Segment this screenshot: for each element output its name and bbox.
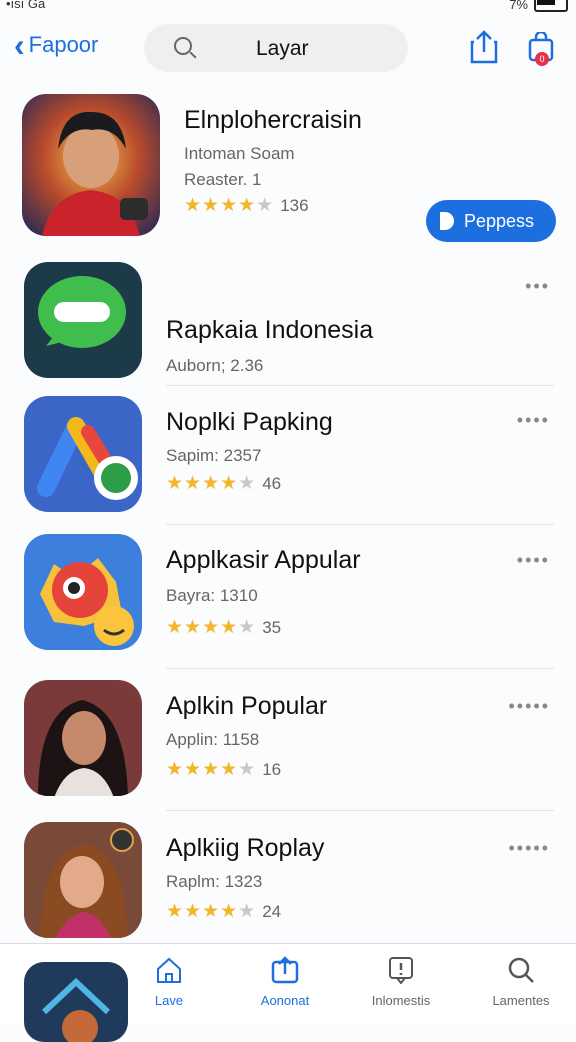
featured-app-rating: ★★★★★ 136 [184,194,309,217]
tab-notifications-label: Inlomestis [371,993,431,1008]
app-title: Rapkaia Indonesia [166,316,374,344]
status-right: 7% [509,0,568,12]
alert-icon [389,957,413,985]
tab-search[interactable]: Lamentes [476,956,566,1008]
app-subtitle: Applin: 1158 [166,730,260,749]
app-subtitle: Sapim: 2357 [166,446,262,465]
rating-count: 35 [262,617,282,637]
featured-app-title: Elnplohercraisin [184,106,362,134]
more-options-button[interactable]: ••••• [508,696,550,717]
battery-icon [534,0,568,12]
signal-text: •ısı Ga [6,0,46,11]
status-bar: •ısı Ga 7% [0,0,576,14]
app-rating: ★★★★★ 24 [166,900,281,923]
more-options-button[interactable]: ••••• [508,838,550,859]
divider [166,524,554,525]
list-item[interactable]: ••• Rapkaia Indonesia Auborn; 2.36 [0,262,576,386]
list-item[interactable]: •••• Noplki Papking Sapim: 2357 ★★★★★ 46 [0,396,576,522]
rating-count: 46 [262,473,282,493]
play-icon [440,212,454,230]
nav-bar: ‹ Fapoor Layar 0 [0,22,576,76]
divider [166,668,554,669]
rating-count: 136 [280,195,309,215]
app-title: Noplki Papking [166,408,333,436]
battery-percent: 7% [509,0,528,12]
bag-badge: 0 [535,52,549,66]
list-item[interactable]: ••••• Aplkin Popular Applin: 1158 ★★★★★ … [0,680,576,806]
get-button[interactable]: Peppess [426,200,556,242]
more-options-button[interactable]: ••• [525,276,550,297]
app-icon-girl [24,822,142,938]
search-icon [174,37,192,55]
star-rating-icon: ★★★★★ [184,195,275,216]
share-icon[interactable] [470,30,498,64]
search-field[interactable]: Layar [144,24,408,72]
app-title: Aplkiig Roplay [166,834,325,862]
tab-bar: Lave Aononat Inlomestis Lamentes [0,943,576,1042]
star-rating-icon: ★★★★★ [166,473,257,494]
tab-updates[interactable]: Aononat [240,956,330,1008]
app-icon-mascot [24,534,142,650]
tab-search-label: Lamentes [492,993,550,1008]
tab-home[interactable]: Lave [124,956,214,1008]
tab-home-label: Lave [154,993,184,1008]
share-icon [271,956,299,984]
home-icon [157,957,181,983]
star-rating-icon: ★★★★★ [166,901,257,922]
divider [166,810,554,811]
more-options-button[interactable]: •••• [517,410,550,431]
app-subtitle: Raplm: 1323 [166,872,263,891]
divider [166,385,554,386]
chevron-left-icon: ‹ [14,27,25,63]
app-subtitle: Bayra: 1310 [166,586,258,605]
app-icon-messages [24,262,142,378]
app-rating: ★★★★★ 35 [166,616,281,639]
featured-app-meta: Reaster. 1 [184,170,262,189]
app-rating: ★★★★★ 16 [166,758,281,781]
star-rating-icon: ★★★★★ [166,759,257,780]
more-options-button[interactable]: •••• [517,550,550,571]
app-icon-ads [24,396,142,512]
list-item[interactable]: ••••• Aplkiig Roplay Raplm: 1323 ★★★★★ 2… [0,822,576,946]
back-button[interactable]: ‹ Fapoor [14,27,99,63]
tab-updates-label: Aononat [260,993,310,1008]
featured-app-subtitle: Intoman Soam [184,144,295,163]
app-title: Aplkin Popular [166,692,328,720]
search-icon [508,957,534,983]
back-label: Fapoor [28,32,99,57]
app-rating: ★★★★★ 46 [166,472,281,495]
app-thumbnail[interactable] [24,962,128,1042]
get-button-label: Peppess [464,210,535,231]
featured-app-icon [22,94,160,236]
app-icon-portrait [24,680,142,796]
app-subtitle: Auborn; 2.36 [166,356,264,375]
rating-count: 24 [262,901,282,921]
app-title: Applkasir Appular [166,546,361,574]
list-item[interactable]: •••• Applkasir Appular Bayra: 1310 ★★★★★… [0,534,576,664]
star-rating-icon: ★★★★★ [166,617,257,638]
rating-count: 16 [262,759,282,779]
tab-notifications[interactable]: Inlomestis [356,956,446,1008]
search-text: Layar [256,37,309,60]
